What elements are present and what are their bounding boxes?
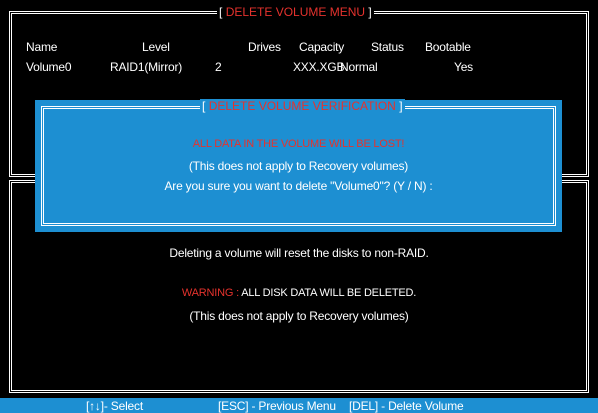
volume-drives: 2 [215,60,222,74]
warning-text: ALL DISK DATA WILL BE DELETED. [241,287,417,299]
menu-title-bracket-close: ] [368,5,372,19]
menu-title-text: DELETE VOLUME MENU [225,5,366,19]
dialog-title-text: DELETE VOLUME VERIFICATION [208,99,396,113]
verification-dialog: [ DELETE VOLUME VERIFICATION ] ALL DATA … [35,99,562,232]
column-header-capacity: Capacity [299,40,345,54]
volume-level: RAID1(Mirror) [110,60,183,74]
footer-hint-bar: [↑↓]- Select [ESC] - Previous Menu [DEL]… [0,398,598,413]
volume-bootable: Yes [454,60,473,74]
info-recovery-note: (This does not apply to Recovery volumes… [189,309,409,323]
dialog-title-bracket-open: [ [202,99,206,113]
verification-dialog-border: [ DELETE VOLUME VERIFICATION ] ALL DATA … [41,99,556,226]
column-header-drives: Drives [248,40,281,54]
column-header-status: Status [371,40,404,54]
footer-esc-hint: [ESC] - Previous Menu [218,399,336,413]
column-header-name: Name [26,40,58,54]
info-reset-text: Deleting a volume will reset the disks t… [169,246,429,260]
volume-name: Volume0 [26,60,72,74]
dialog-title: [ DELETE VOLUME VERIFICATION ] [200,99,405,113]
menu-title-bracket-open: [ [219,5,223,19]
column-header-bootable: Bootable [425,40,471,54]
dialog-warning-text: ALL DATA IN THE VOLUME WILL BE LOST! [192,138,405,150]
dialog-title-bracket-close: ] [399,99,403,113]
footer-select-hint: [↑↓]- Select [86,399,143,413]
info-warning-line: WARNING : ALL DISK DATA WILL BE DELETED. [12,287,586,299]
menu-title: [ DELETE VOLUME MENU ] [217,5,374,19]
footer-del-hint: [DEL] - Delete Volume [349,399,464,413]
warning-label: WARNING : [181,287,239,299]
volume-capacity: XXX.XGB [293,60,345,74]
column-header-level: Level [142,40,170,54]
dialog-confirm-prompt[interactable]: Are you sure you want to delete "Volume0… [44,179,553,193]
volume-status: Normal [340,60,378,74]
dialog-recovery-note: (This does not apply to Recovery volumes… [188,159,409,173]
